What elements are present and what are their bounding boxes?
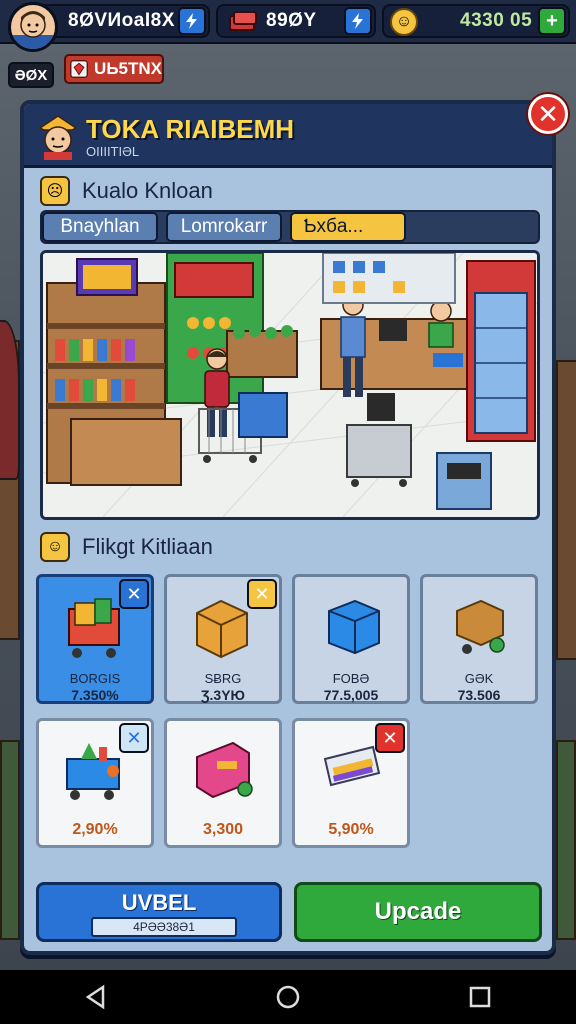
panel-header: TOKA RIAIBEMH OIIIITIƏL [24, 104, 552, 168]
system-nav-bar [0, 970, 576, 1024]
card-2-badge[interactable]: ✕ [247, 579, 277, 609]
coins-pill: ☺ 4330 05 + [382, 4, 570, 38]
item-card-4[interactable]: GƏK 73.506 [420, 574, 538, 704]
recents-button[interactable] [460, 977, 500, 1017]
card-2-value: Ʒ.3YЮ [200, 687, 245, 703]
lightning-icon [186, 13, 197, 29]
item-card-5[interactable]: ✕ 2,90% [36, 718, 154, 848]
close-button[interactable]: ✕ [528, 94, 568, 134]
card-5-value: 2,90% [72, 821, 118, 838]
cross-icon: ✕ [126, 583, 142, 604]
card-6-value: 3,300 [202, 821, 244, 838]
card-3-name: FOBƏ [332, 671, 370, 686]
card-1-name: BORGIS [69, 671, 121, 686]
coins-plus-button[interactable]: + [538, 7, 566, 35]
gift-box-icon [196, 741, 253, 799]
gem-icon [70, 60, 88, 78]
tab-three-label: Ƅxбa... [304, 216, 364, 237]
card-1-badge[interactable]: ✕ [119, 579, 149, 609]
tab-two-label: Lomrokarr [180, 216, 268, 237]
card-4-value: 73.506 [457, 687, 501, 703]
hand-truck-icon [456, 599, 505, 654]
item-card-6[interactable]: 3,300 [164, 718, 282, 848]
section-two-title: Flikgt Kitliaan [82, 534, 213, 559]
section-one-title: Kualo Knloan [82, 178, 213, 203]
card-5-badge[interactable]: ✕ [119, 723, 149, 753]
player-avatar[interactable] [8, 2, 58, 52]
cross-icon: ✕ [126, 727, 142, 748]
gem-label: UЬ5TNX [94, 59, 162, 78]
item-card-3[interactable]: FOBƏ 77.5,005 [292, 574, 410, 704]
top-hud: 8ØVИoaI8X 89ØY ☺ 4330 05 + [0, 0, 576, 52]
level-button[interactable]: UVBEL 4PƏƏ38Ə1 [36, 882, 282, 942]
cash-stack-icon [229, 11, 257, 31]
tab-bar: Bnayhlan Lomrokarr Ƅxбa... [40, 210, 540, 244]
player-stat-pill: 8ØVИoaI8X [36, 4, 210, 38]
level-chip: ƏØX [8, 62, 54, 88]
tab-two[interactable]: Lomrokarr [166, 212, 282, 242]
item-card-1[interactable]: ✕ BORGIS 7.350% [36, 574, 154, 704]
item-card-7[interactable]: ✕ 5,90% [292, 718, 410, 848]
cash-pill: 89ØY [216, 4, 376, 38]
home-button[interactable] [268, 977, 308, 1017]
player-stat-plus-button[interactable] [178, 7, 206, 35]
cash-plus-button[interactable] [344, 7, 372, 35]
card-2-name: SɃRG [204, 671, 242, 686]
tab-three[interactable]: Ƅxбa... [290, 212, 406, 242]
upgrade-button[interactable]: Upcade [294, 882, 542, 942]
level-button-title: UVBEL [121, 890, 197, 915]
tab-one[interactable]: Bnayhlan [42, 212, 158, 242]
panel-title: TOKA RIAIBEMH [86, 114, 294, 144]
back-button[interactable] [76, 977, 116, 1017]
close-icon: ✕ [537, 98, 559, 129]
lightning-icon [352, 13, 363, 29]
player-face-icon [11, 11, 55, 49]
level-progress-bar: 4PƏƏ38Ə1 [91, 917, 237, 937]
player-stat-value: 8ØVИoaI8X [68, 10, 175, 31]
store-scene-image [40, 250, 540, 520]
card-4-name: GƏK [464, 671, 494, 686]
shop-icon: ☺ [40, 532, 70, 562]
home-circle-icon [276, 985, 300, 1009]
cross-icon: ✕ [382, 727, 398, 748]
card-1-value: 7.350% [71, 687, 119, 703]
store-panel: TOKA RIAIBEMH OIIIITIƏL ✕ ☹ Kualo Knloan… [20, 94, 568, 955]
shopkeeper-avatar-icon [38, 115, 78, 160]
card-7-badge[interactable]: ✕ [375, 723, 405, 753]
blue-box-icon [328, 599, 380, 655]
recents-square-icon [469, 986, 491, 1008]
tab-one-label: Bnayhlan [60, 216, 140, 237]
panel-subtitle: OIIIITIƏL [86, 144, 140, 159]
bottom-action-bar: UVBEL 4PƏƏ38Ə1 Upcade [36, 882, 544, 948]
cross-icon: ✕ [254, 583, 270, 604]
item-card-2[interactable]: ✕ SɃRG Ʒ.3YЮ [164, 574, 282, 704]
cash-value: 89ØY [266, 10, 317, 31]
card-7-value: 5,90% [328, 821, 374, 838]
coin-face-icon: ☺ [390, 8, 418, 36]
coins-value: 4330 05 [460, 10, 533, 31]
card-3-value: 77.5,005 [323, 687, 379, 703]
gem-chip[interactable]: UЬ5TNX [64, 54, 164, 84]
emoji-face-icon: ☹ [40, 176, 70, 206]
back-triangle-icon [85, 984, 105, 1010]
